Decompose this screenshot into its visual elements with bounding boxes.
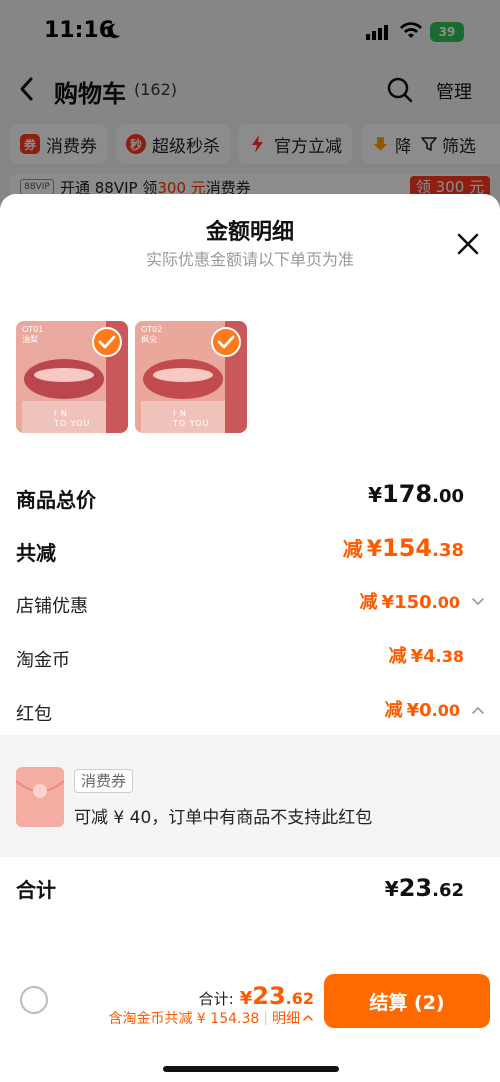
red-packet-label: 红包: [16, 704, 52, 725]
currency: ¥: [366, 537, 382, 562]
total-reduce-row: 共减 减 ¥154.38: [16, 531, 486, 571]
currency: ¥: [410, 646, 424, 667]
product-thumbnail[interactable]: OT01 油梨 I N TO YOU: [16, 321, 128, 433]
reduce-prefix: 减: [388, 646, 407, 667]
chevron-down-icon[interactable]: [470, 594, 486, 610]
goods-total-price: ¥178.00: [368, 480, 464, 508]
currency: ¥: [381, 592, 395, 613]
shop-discount-price: 减 ¥150.00: [360, 588, 460, 614]
total-reduce-label: 共减: [16, 541, 56, 565]
reduce-prefix: 减: [384, 700, 403, 721]
sheet-total-price: ¥23.62: [385, 874, 464, 902]
red-packet-row[interactable]: 红包 减 ¥0.00: [16, 694, 486, 734]
reduce-prefix: 减: [359, 592, 378, 613]
thumb-code-text: OT01: [22, 325, 44, 334]
price-dec: .00: [432, 486, 464, 507]
sheet-subtitle: 实际优惠金额请以下单页为准: [145, 250, 354, 269]
thumb-brand-line1: I N: [173, 409, 187, 418]
thumb-shade-name: 油梨: [22, 335, 38, 344]
price-int: 4: [423, 646, 436, 667]
price-dec: .62: [285, 989, 314, 1008]
sheet-total-row: 合计 ¥23.62: [16, 874, 486, 914]
red-packet-detail: 消费券 可减 ¥ 40，订单中有商品不支持此红包: [0, 735, 500, 857]
price-int: 150: [394, 592, 432, 613]
sheet-title: 金额明细: [205, 220, 294, 245]
thumb-brand-line1: I N: [54, 409, 68, 418]
thumb-brand-line2: TO YOU: [173, 419, 210, 428]
home-indicator: [163, 1066, 339, 1072]
checkout-bar: 合计: ¥23.62 含淘金币共减 ¥ 154.38 | 明细 结算 (2): [0, 960, 500, 1082]
detail-link[interactable]: 明细: [272, 1008, 300, 1028]
currency: ¥: [239, 988, 253, 1009]
coupon-description: 可减 ¥ 40，订单中有商品不支持此红包: [74, 808, 373, 828]
separator: |: [263, 1010, 268, 1026]
check-badge: [92, 327, 122, 357]
total-reduce-price: 减 ¥154.38: [343, 533, 464, 562]
checkout-button[interactable]: 结算 (2): [324, 974, 490, 1028]
price-dec: .62: [432, 880, 464, 901]
shop-discount-label: 店铺优惠: [16, 596, 88, 617]
discount-summary: 含淘金币共减 ¥ 154.38: [108, 1011, 260, 1027]
coupon-tag: 消费券: [74, 769, 134, 793]
price-int: 23: [398, 874, 433, 902]
currency: ¥: [406, 700, 420, 721]
product-thumbnails: OT01 油梨 I N TO YOU OT02 枫尖 I N TO YOU: [16, 321, 316, 433]
taojinbi-label: 淘金币: [16, 650, 70, 671]
check-icon: [217, 335, 235, 349]
check-badge: [211, 327, 241, 357]
thumb-code: OT02 枫尖: [141, 325, 162, 345]
thumb-code-text: OT02: [141, 325, 163, 334]
taojinbi-row: 淘金币 减 ¥4.38: [16, 640, 486, 680]
chevron-up-icon[interactable]: [470, 702, 486, 718]
thumb-code: OT01 油梨: [22, 325, 43, 345]
price-int: 23: [252, 982, 286, 1010]
red-envelope-icon: [16, 767, 64, 827]
currency: ¥: [384, 877, 399, 901]
shop-discount-row[interactable]: 店铺优惠 减 ¥150.00: [16, 586, 486, 626]
price-int: 178: [382, 480, 433, 508]
price-dec: .00: [431, 701, 460, 720]
price-dec: .38: [432, 540, 464, 561]
thumb-brand: I N TO YOU: [173, 409, 209, 429]
red-packet-price: 减 ¥0.00: [385, 696, 460, 722]
thumb-brand-line2: TO YOU: [54, 419, 91, 428]
chevron-up-icon: [303, 1014, 313, 1021]
price-int: 154: [382, 534, 433, 562]
select-all-checkbox[interactable]: [20, 986, 48, 1014]
product-thumbnail[interactable]: OT02 枫尖 I N TO YOU: [135, 321, 247, 433]
goods-total-label: 商品总价: [16, 488, 96, 512]
reduce-prefix: 减: [342, 537, 363, 561]
checkout-sum: 合计: ¥23.62: [199, 982, 314, 1010]
close-icon[interactable]: [454, 230, 482, 258]
price-dec: .00: [431, 593, 460, 612]
goods-total-row: 商品总价 ¥178.00: [16, 478, 486, 518]
thumb-shade-name: 枫尖: [141, 335, 157, 344]
price-int: 0: [419, 700, 432, 721]
price-detail-sheet: 金额明细 实际优惠金额请以下单页为准 OT01 油梨 I N TO YOU OT…: [0, 194, 500, 1082]
check-icon: [98, 335, 116, 349]
currency: ¥: [368, 483, 382, 507]
thumb-brand: I N TO YOU: [54, 409, 90, 429]
taojinbi-price: 减 ¥4.38: [389, 642, 464, 668]
checkout-sum-label: 合计:: [198, 990, 234, 1008]
price-dec: .38: [435, 647, 464, 666]
checkout-detail[interactable]: 含淘金币共减 ¥ 154.38 | 明细: [108, 1008, 314, 1028]
sheet-total-label: 合计: [16, 878, 56, 902]
